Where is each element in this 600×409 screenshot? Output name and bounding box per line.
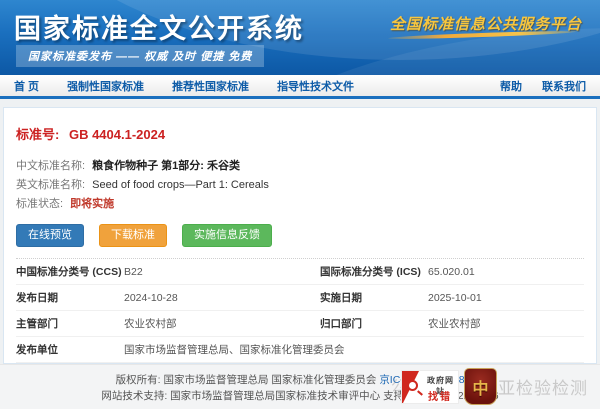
magnifier-icon <box>407 380 418 391</box>
shield-badge-icon[interactable]: 中 <box>464 368 497 405</box>
copyright-text: 版权所有: 国家市场监督管理总局 国家标准化管理委员会 <box>116 374 377 386</box>
cn-name-value: 粮食作物种子 第1部分: 禾谷类 <box>92 160 240 172</box>
centralized-dept-label: 归口部门 <box>320 316 428 331</box>
publish-date-value: 2024-10-28 <box>124 292 320 304</box>
table-row: 发布日期 2024-10-28 实施日期 2025-10-01 <box>16 285 584 311</box>
en-name-label: 英文标准名称: <box>16 179 85 191</box>
standard-detail-panel: 标准号: GB 4404.1-2024 中文标准名称: 粮食作物种子 第1部分:… <box>3 107 597 364</box>
nav-right-group: 帮助 联系我们 <box>500 78 586 94</box>
site-title: 国家标准全文公开系统 <box>14 7 304 46</box>
ccs-value: B22 <box>124 266 320 278</box>
cn-name-line: 中文标准名称: 粮食作物种子 第1部分: 禾谷类 <box>16 159 584 173</box>
ics-label: 国际标准分类号 (ICS) <box>320 264 428 279</box>
ics-value: 65.020.01 <box>428 266 584 278</box>
competent-dept-value: 农业农村部 <box>124 316 320 331</box>
main-nav: 首 页 强制性国家标准 推荐性国家标准 指导性技术文件 帮助 联系我们 <box>0 75 600 99</box>
implement-date-value: 2025-10-01 <box>428 292 584 304</box>
nav-item-guiding-documents[interactable]: 指导性技术文件 <box>277 78 354 94</box>
table-row: 中国标准分类号 (CCS) B22 国际标准分类号 (ICS) 65.020.0… <box>16 259 584 285</box>
table-row: 发布单位 国家市场监督管理总局、国家标准化管理委员会 <box>16 337 584 363</box>
status-label: 标准状态: <box>16 198 63 210</box>
publish-date-label: 发布日期 <box>16 290 124 305</box>
site-header: 国家标准全文公开系统 国家标准委发布 —— 权威 及时 便捷 免费 全国标准信息… <box>0 0 600 75</box>
status-badge: 即将实施 <box>70 198 114 210</box>
centralized-dept-value: 农业农村部 <box>428 316 584 331</box>
nav-item-home[interactable]: 首 页 <box>14 78 39 94</box>
site-subtitle: 国家标准委发布 —— 权威 及时 便捷 免费 <box>16 45 264 67</box>
publisher-label: 发布单位 <box>16 342 124 357</box>
competent-dept-label: 主管部门 <box>16 316 124 331</box>
ccs-label: 中国标准分类号 (CCS) <box>16 264 124 279</box>
footer-logos: 政府网站 找错 中 亚检验检测 <box>401 368 588 405</box>
implementation-feedback-button[interactable]: 实施信息反馈 <box>182 224 272 247</box>
action-buttons: 在线预览 下载标准 实施信息反馈 <box>16 224 584 247</box>
online-preview-button[interactable]: 在线预览 <box>16 224 84 247</box>
en-name-value: Seed of food crops—Part 1: Cereals <box>92 179 269 191</box>
implement-date-label: 实施日期 <box>320 290 428 305</box>
table-row: 主管部门 农业农村部 归口部门 农业农村部 <box>16 311 584 337</box>
nav-item-recommended-standards[interactable]: 推荐性国家标准 <box>172 78 249 94</box>
page-footer: 版权所有: 国家市场监督管理总局 国家标准化管理委员会 京ICP备1802238… <box>0 364 600 409</box>
standard-number-line: 标准号: GB 4404.1-2024 <box>16 124 584 143</box>
watermark-text: 亚检验检测 <box>498 374 588 399</box>
badge-find-text: 找错 <box>428 388 452 403</box>
gov-site-error-report-badge[interactable]: 政府网站 找错 <box>401 370 459 404</box>
status-line: 标准状态: 即将实施 <box>16 197 584 211</box>
cn-name-label: 中文标准名称: <box>16 160 85 172</box>
standard-number-value: GB 4404.1-2024 <box>69 127 165 142</box>
publisher-value: 国家市场监督管理总局、国家标准化管理委员会 <box>124 342 584 357</box>
nav-item-contact[interactable]: 联系我们 <box>542 78 586 94</box>
nav-item-help[interactable]: 帮助 <box>500 78 522 94</box>
en-name-line: 英文标准名称: Seed of food crops—Part 1: Cerea… <box>16 178 584 192</box>
download-standard-button[interactable]: 下载标准 <box>99 224 167 247</box>
nav-item-mandatory-standards[interactable]: 强制性国家标准 <box>67 78 144 94</box>
standard-number-label: 标准号: <box>16 127 59 142</box>
